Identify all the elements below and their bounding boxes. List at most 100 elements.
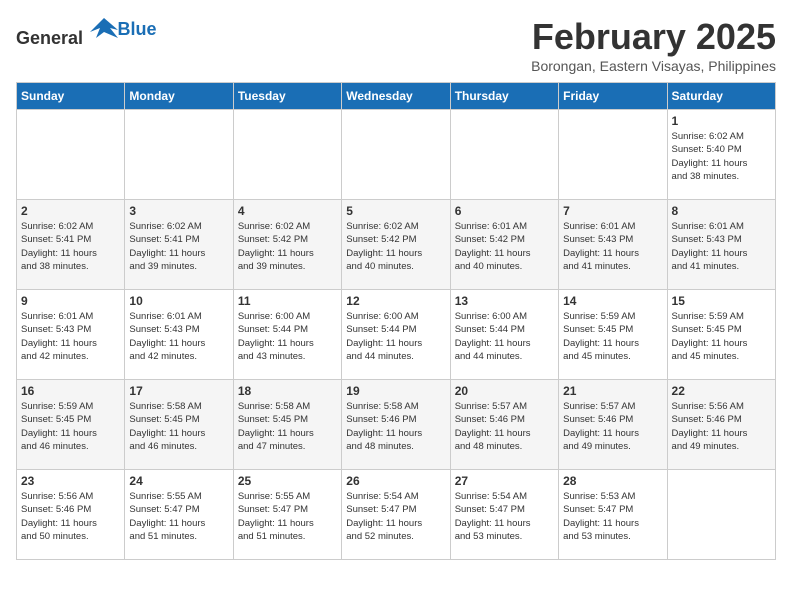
calendar-cell	[233, 110, 341, 200]
calendar-table: SundayMondayTuesdayWednesdayThursdayFrid…	[16, 82, 776, 560]
day-number: 26	[346, 474, 445, 488]
logo-bird-icon	[90, 16, 118, 44]
day-number: 20	[455, 384, 554, 398]
calendar-week-row: 9 Sunrise: 6:01 AM Sunset: 5:43 PM Daylig…	[17, 290, 776, 380]
day-number: 10	[129, 294, 228, 308]
calendar-cell	[125, 110, 233, 200]
logo-blue: Blue	[118, 19, 157, 40]
weekday-header-cell: Monday	[125, 83, 233, 110]
title-area: February 2025 Borongan, Eastern Visayas,…	[531, 16, 776, 74]
calendar-body: 1 Sunrise: 6:02 AM Sunset: 5:40 PM Daylig…	[17, 110, 776, 560]
calendar-week-row: 2 Sunrise: 6:02 AM Sunset: 5:41 PM Daylig…	[17, 200, 776, 290]
calendar-week-row: 23 Sunrise: 5:56 AM Sunset: 5:46 PM Dayli…	[17, 470, 776, 560]
calendar-cell: 24 Sunrise: 5:55 AM Sunset: 5:47 PM Dayli…	[125, 470, 233, 560]
calendar-cell	[342, 110, 450, 200]
day-number: 6	[455, 204, 554, 218]
calendar-title: February 2025	[531, 16, 776, 58]
calendar-cell: 20 Sunrise: 5:57 AM Sunset: 5:46 PM Dayli…	[450, 380, 558, 470]
day-number: 25	[238, 474, 337, 488]
calendar-cell: 1 Sunrise: 6:02 AM Sunset: 5:40 PM Daylig…	[667, 110, 775, 200]
calendar-cell: 18 Sunrise: 5:58 AM Sunset: 5:45 PM Dayli…	[233, 380, 341, 470]
day-info: Sunrise: 6:01 AM Sunset: 5:43 PM Dayligh…	[21, 310, 120, 363]
calendar-cell	[559, 110, 667, 200]
calendar-cell: 21Sunrise: 5:57 AM Sunset: 5:46 PM Dayli…	[559, 380, 667, 470]
day-info: Sunrise: 5:53 AM Sunset: 5:47 PM Dayligh…	[563, 490, 662, 543]
calendar-cell: 27 Sunrise: 5:54 AM Sunset: 5:47 PM Dayli…	[450, 470, 558, 560]
day-info: Sunrise: 6:02 AM Sunset: 5:42 PM Dayligh…	[238, 220, 337, 273]
calendar-subtitle: Borongan, Eastern Visayas, Philippines	[531, 58, 776, 74]
day-info: Sunrise: 5:59 AM Sunset: 5:45 PM Dayligh…	[563, 310, 662, 363]
calendar-cell: 6 Sunrise: 6:01 AM Sunset: 5:42 PM Daylig…	[450, 200, 558, 290]
weekday-header-cell: Thursday	[450, 83, 558, 110]
day-info: Sunrise: 6:02 AM Sunset: 5:41 PM Dayligh…	[21, 220, 120, 273]
weekday-header-cell: Wednesday	[342, 83, 450, 110]
day-number: 3	[129, 204, 228, 218]
day-info: Sunrise: 5:55 AM Sunset: 5:47 PM Dayligh…	[238, 490, 337, 543]
day-info: Sunrise: 6:01 AM Sunset: 5:43 PM Dayligh…	[672, 220, 771, 273]
calendar-cell: 5Sunrise: 6:02 AM Sunset: 5:42 PM Daylig…	[342, 200, 450, 290]
day-info: Sunrise: 5:55 AM Sunset: 5:47 PM Dayligh…	[129, 490, 228, 543]
calendar-cell	[450, 110, 558, 200]
calendar-cell: 26 Sunrise: 5:54 AM Sunset: 5:47 PM Dayli…	[342, 470, 450, 560]
day-number: 9	[21, 294, 120, 308]
calendar-cell	[667, 470, 775, 560]
day-number: 21	[563, 384, 662, 398]
calendar-cell: 10 Sunrise: 6:01 AM Sunset: 5:43 PM Dayli…	[125, 290, 233, 380]
day-number: 1	[672, 114, 771, 128]
day-number: 22	[672, 384, 771, 398]
day-number: 5	[346, 204, 445, 218]
day-info: Sunrise: 6:01 AM Sunset: 5:43 PM Dayligh…	[563, 220, 662, 273]
calendar-week-row: 1 Sunrise: 6:02 AM Sunset: 5:40 PM Daylig…	[17, 110, 776, 200]
calendar-cell: 28 Sunrise: 5:53 AM Sunset: 5:47 PM Dayli…	[559, 470, 667, 560]
weekday-header-cell: Saturday	[667, 83, 775, 110]
calendar-cell: 16 Sunrise: 5:59 AM Sunset: 5:45 PM Dayli…	[17, 380, 125, 470]
day-info: Sunrise: 5:59 AM Sunset: 5:45 PM Dayligh…	[21, 400, 120, 453]
day-info: Sunrise: 6:01 AM Sunset: 5:42 PM Dayligh…	[455, 220, 554, 273]
day-info: Sunrise: 5:58 AM Sunset: 5:45 PM Dayligh…	[238, 400, 337, 453]
day-info: Sunrise: 5:57 AM Sunset: 5:46 PM Dayligh…	[455, 400, 554, 453]
day-info: Sunrise: 5:54 AM Sunset: 5:47 PM Dayligh…	[455, 490, 554, 543]
weekday-header-cell: Friday	[559, 83, 667, 110]
calendar-cell: 7 Sunrise: 6:01 AM Sunset: 5:43 PM Daylig…	[559, 200, 667, 290]
day-info: Sunrise: 6:00 AM Sunset: 5:44 PM Dayligh…	[238, 310, 337, 363]
day-info: Sunrise: 5:56 AM Sunset: 5:46 PM Dayligh…	[21, 490, 120, 543]
calendar-cell: 12Sunrise: 6:00 AM Sunset: 5:44 PM Dayli…	[342, 290, 450, 380]
day-info: Sunrise: 6:02 AM Sunset: 5:41 PM Dayligh…	[129, 220, 228, 273]
day-number: 4	[238, 204, 337, 218]
day-number: 16	[21, 384, 120, 398]
calendar-cell: 13 Sunrise: 6:00 AM Sunset: 5:44 PM Dayli…	[450, 290, 558, 380]
day-number: 18	[238, 384, 337, 398]
day-info: Sunrise: 5:58 AM Sunset: 5:45 PM Dayligh…	[129, 400, 228, 453]
day-info: Sunrise: 5:58 AM Sunset: 5:46 PM Dayligh…	[346, 400, 445, 453]
calendar-cell: 11 Sunrise: 6:00 AM Sunset: 5:44 PM Dayli…	[233, 290, 341, 380]
calendar-cell: 9 Sunrise: 6:01 AM Sunset: 5:43 PM Daylig…	[17, 290, 125, 380]
day-info: Sunrise: 6:02 AM Sunset: 5:40 PM Dayligh…	[672, 130, 771, 183]
day-number: 24	[129, 474, 228, 488]
logo: General Blue	[16, 16, 157, 49]
day-number: 15	[672, 294, 771, 308]
calendar-cell: 14Sunrise: 5:59 AM Sunset: 5:45 PM Dayli…	[559, 290, 667, 380]
day-number: 11	[238, 294, 337, 308]
day-info: Sunrise: 6:00 AM Sunset: 5:44 PM Dayligh…	[455, 310, 554, 363]
day-number: 12	[346, 294, 445, 308]
day-number: 2	[21, 204, 120, 218]
calendar-cell: 2 Sunrise: 6:02 AM Sunset: 5:41 PM Daylig…	[17, 200, 125, 290]
calendar-cell	[17, 110, 125, 200]
day-number: 28	[563, 474, 662, 488]
day-number: 27	[455, 474, 554, 488]
day-info: Sunrise: 5:59 AM Sunset: 5:45 PM Dayligh…	[672, 310, 771, 363]
day-info: Sunrise: 5:56 AM Sunset: 5:46 PM Dayligh…	[672, 400, 771, 453]
day-number: 7	[563, 204, 662, 218]
calendar-cell: 15 Sunrise: 5:59 AM Sunset: 5:45 PM Dayli…	[667, 290, 775, 380]
day-number: 23	[21, 474, 120, 488]
calendar-cell: 3 Sunrise: 6:02 AM Sunset: 5:41 PM Daylig…	[125, 200, 233, 290]
logo-general: General	[16, 28, 83, 48]
calendar-cell: 22 Sunrise: 5:56 AM Sunset: 5:46 PM Dayli…	[667, 380, 775, 470]
calendar-cell: 19Sunrise: 5:58 AM Sunset: 5:46 PM Dayli…	[342, 380, 450, 470]
day-info: Sunrise: 6:01 AM Sunset: 5:43 PM Dayligh…	[129, 310, 228, 363]
calendar-cell: 17Sunrise: 5:58 AM Sunset: 5:45 PM Dayli…	[125, 380, 233, 470]
calendar-cell: 8Sunrise: 6:01 AM Sunset: 5:43 PM Daylig…	[667, 200, 775, 290]
day-number: 13	[455, 294, 554, 308]
day-info: Sunrise: 5:54 AM Sunset: 5:47 PM Dayligh…	[346, 490, 445, 543]
calendar-cell: 25 Sunrise: 5:55 AM Sunset: 5:47 PM Dayli…	[233, 470, 341, 560]
